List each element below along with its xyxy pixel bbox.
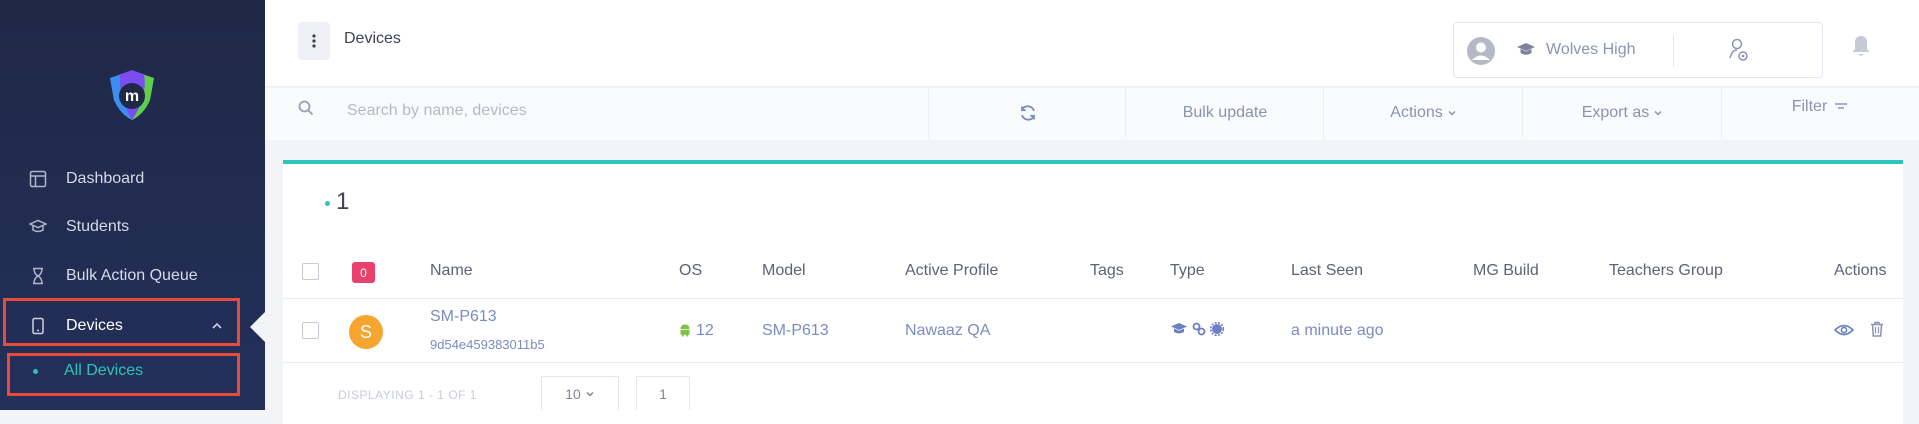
- col-header-active-profile[interactable]: Active Profile: [905, 262, 998, 280]
- header-divider: [283, 298, 1903, 299]
- view-icon[interactable]: [1833, 323, 1855, 342]
- gear-icon: [1210, 322, 1224, 336]
- actions-label: Actions: [1390, 104, 1443, 121]
- notification-bell-icon[interactable]: [1850, 34, 1872, 63]
- actions-dropdown[interactable]: Actions: [1323, 88, 1523, 138]
- col-header-name[interactable]: Name: [430, 262, 473, 280]
- col-header-last-seen[interactable]: Last Seen: [1291, 262, 1363, 280]
- col-header-tags[interactable]: Tags: [1090, 262, 1124, 280]
- sidebar-item-label: Dashboard: [66, 170, 145, 187]
- refresh-button[interactable]: [928, 88, 1126, 138]
- count-value: 1: [336, 188, 350, 215]
- devices-card: [283, 160, 1903, 424]
- graduation-cap-icon: [1516, 42, 1536, 63]
- link-icon: [1192, 322, 1206, 336]
- filter-label: Filter: [1791, 98, 1828, 115]
- graduation-cap-icon: [1171, 323, 1187, 334]
- col-header-actions: Actions: [1834, 262, 1887, 279]
- os-version: 12: [696, 322, 714, 339]
- refresh-icon: [1020, 105, 1035, 121]
- device-name-link[interactable]: SM-P613: [430, 308, 497, 326]
- col-header-model[interactable]: Model: [762, 262, 806, 280]
- android-icon: [679, 323, 691, 342]
- export-dropdown[interactable]: Export as: [1522, 88, 1722, 138]
- last-seen: a minute ago: [1291, 322, 1384, 339]
- page-number: 1: [659, 385, 667, 402]
- col-header-teachers-group[interactable]: Teachers Group: [1609, 262, 1723, 280]
- chevron-down-icon: [586, 391, 594, 397]
- active-pointer: [250, 312, 265, 342]
- app-logo[interactable]: m: [104, 66, 160, 122]
- school-selector[interactable]: Wolves High: [1453, 22, 1823, 78]
- chevron-down-icon: [1654, 110, 1662, 116]
- active-profile-link[interactable]: Nawaaz QA: [905, 322, 990, 340]
- sidebar-item-label: Students: [66, 218, 130, 235]
- bulk-update-button[interactable]: Bulk update: [1125, 88, 1324, 138]
- bulk-update-label: Bulk update: [1182, 104, 1268, 121]
- select-all-checkbox[interactable]: [302, 263, 319, 280]
- page-title: Devices: [344, 30, 401, 47]
- teacher-settings-icon[interactable]: [1728, 38, 1750, 67]
- device-serial: 9d54e459383011b5: [430, 337, 545, 352]
- hourglass-icon: [28, 266, 48, 286]
- graduation-cap-icon: [28, 217, 48, 237]
- device-type-icons: [1170, 322, 1224, 336]
- dashboard-icon: [28, 169, 48, 189]
- sidebar-item-label: Bulk Action Queue: [66, 267, 198, 284]
- sidebar-item-dashboard[interactable]: Dashboard: [0, 155, 265, 203]
- filter-button[interactable]: Filter: [1721, 88, 1919, 138]
- col-header-mg-build[interactable]: MG Build: [1473, 262, 1539, 280]
- user-avatar-icon[interactable]: [1466, 36, 1496, 71]
- sidebar-item-students[interactable]: Students: [0, 203, 265, 251]
- divider: [1673, 35, 1674, 67]
- page-size-select[interactable]: 10: [541, 376, 619, 410]
- svg-text:m: m: [125, 88, 139, 105]
- sidebar-item-bulk-action-queue[interactable]: Bulk Action Queue: [0, 252, 265, 300]
- col-header-os[interactable]: OS: [679, 262, 702, 280]
- selected-count-badge: 0: [352, 262, 375, 283]
- device-model: SM-P613: [762, 322, 829, 339]
- highlight-all-devices: [7, 353, 240, 396]
- search-input[interactable]: [345, 96, 929, 126]
- chevron-down-icon: [1448, 110, 1456, 116]
- filter-icon: [1835, 103, 1848, 109]
- device-avatar: S: [349, 315, 383, 349]
- page-size-value: 10: [565, 385, 581, 402]
- page-number-button[interactable]: 1: [636, 376, 690, 410]
- col-header-type[interactable]: Type: [1170, 262, 1205, 280]
- trash-icon[interactable]: [1870, 321, 1884, 342]
- highlight-devices: [3, 298, 240, 346]
- more-menu-button[interactable]: [298, 22, 330, 60]
- sidebar: m Dashboard Students Bulk Action Queue D…: [0, 0, 265, 410]
- row-divider: [283, 362, 1903, 363]
- kebab-icon: [312, 34, 316, 48]
- count-bullet: [325, 201, 330, 206]
- row-checkbox[interactable]: [302, 322, 319, 339]
- school-name: Wolves High: [1546, 41, 1636, 58]
- export-label: Export as: [1581, 104, 1650, 121]
- pagination-summary: DISPLAYING 1 - 1 OF 1: [338, 388, 477, 402]
- search-icon: [298, 100, 314, 121]
